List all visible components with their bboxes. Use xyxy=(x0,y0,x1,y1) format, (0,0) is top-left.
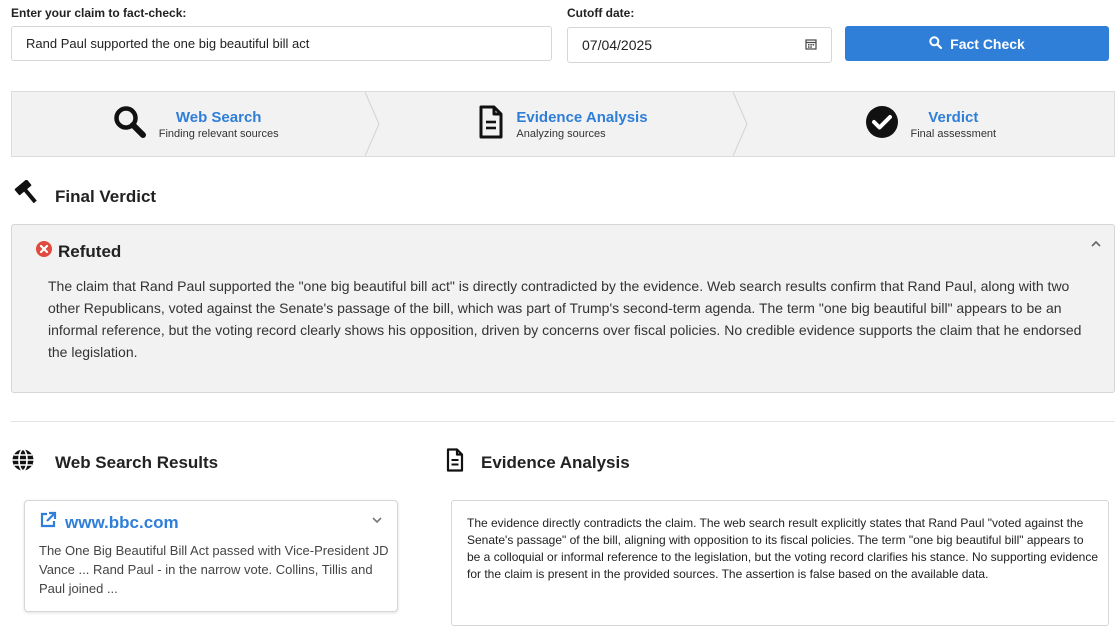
verdict-panel[interactable]: Refuted The claim that Rand Paul support… xyxy=(11,224,1115,393)
web-results-title: Web Search Results xyxy=(55,452,219,472)
progress-steps: Web Search Finding relevant sources Evid… xyxy=(11,91,1115,157)
step-subtitle: Finding relevant sources xyxy=(158,127,279,140)
fact-check-button-label: Fact Check xyxy=(950,35,1025,52)
step-separator xyxy=(365,92,380,156)
web-results-heading: Web Search Results xyxy=(11,448,218,477)
step-separator xyxy=(732,92,748,156)
verdict-explanation: The claim that Rand Paul supported the "… xyxy=(48,278,1082,360)
claim-label: Enter your claim to fact-check: xyxy=(11,6,187,20)
step-title: Verdict xyxy=(928,108,979,126)
step-verdict: Verdict Final assessment xyxy=(747,92,1114,156)
step-title: Web Search xyxy=(175,108,262,126)
web-result-source: www.bbc.com xyxy=(65,512,179,532)
evidence-analysis-text: The evidence directly contradicts the cl… xyxy=(467,516,1099,581)
globe-icon xyxy=(11,448,41,477)
cutoff-date-input[interactable]: 07/04/2025 xyxy=(567,27,832,63)
fact-check-button[interactable]: Fact Check xyxy=(845,26,1109,61)
claim-input[interactable]: Rand Paul supported the one big beautifu… xyxy=(11,26,552,61)
verdict-status: Refuted xyxy=(36,241,121,262)
evidence-analysis-panel: The evidence directly contradicts the cl… xyxy=(451,500,1109,626)
calendar-icon[interactable] xyxy=(805,38,817,53)
web-result-link[interactable]: www.bbc.com xyxy=(39,511,179,534)
final-verdict-heading: Final Verdict xyxy=(11,179,157,213)
evidence-analysis-title: Evidence Analysis xyxy=(481,452,630,472)
cutoff-date-value: 07/04/2025 xyxy=(582,37,653,53)
chevron-down-icon[interactable] xyxy=(371,513,383,527)
external-link-icon xyxy=(39,511,57,534)
step-title: Evidence Analysis xyxy=(516,108,648,126)
step-subtitle: Analyzing sources xyxy=(516,127,606,140)
web-result-snippet: The One Big Beautiful Bill Act passed wi… xyxy=(39,543,389,596)
search-icon xyxy=(113,105,147,144)
final-verdict-title: Final Verdict xyxy=(55,186,157,206)
step-subtitle: Final assessment xyxy=(910,127,997,140)
evidence-analysis-heading: Evidence Analysis xyxy=(443,448,630,477)
document-icon xyxy=(443,448,467,477)
section-divider xyxy=(11,421,1115,422)
check-circle-icon xyxy=(865,105,899,144)
chevron-up-icon[interactable] xyxy=(1090,237,1102,251)
verdict-status-label: Refuted xyxy=(58,241,122,261)
gavel-icon xyxy=(11,179,41,213)
step-evidence-analysis: Evidence Analysis Analyzing sources xyxy=(379,92,748,156)
web-result-card[interactable]: www.bbc.com The One Big Beautiful Bill A… xyxy=(24,500,398,612)
claim-input-value: Rand Paul supported the one big beautifu… xyxy=(26,36,310,51)
x-circle-icon xyxy=(36,241,52,262)
step-web-search: Web Search Finding relevant sources xyxy=(12,92,380,156)
cutoff-label: Cutoff date: xyxy=(567,6,635,20)
document-icon xyxy=(478,105,504,144)
search-icon xyxy=(929,35,943,52)
